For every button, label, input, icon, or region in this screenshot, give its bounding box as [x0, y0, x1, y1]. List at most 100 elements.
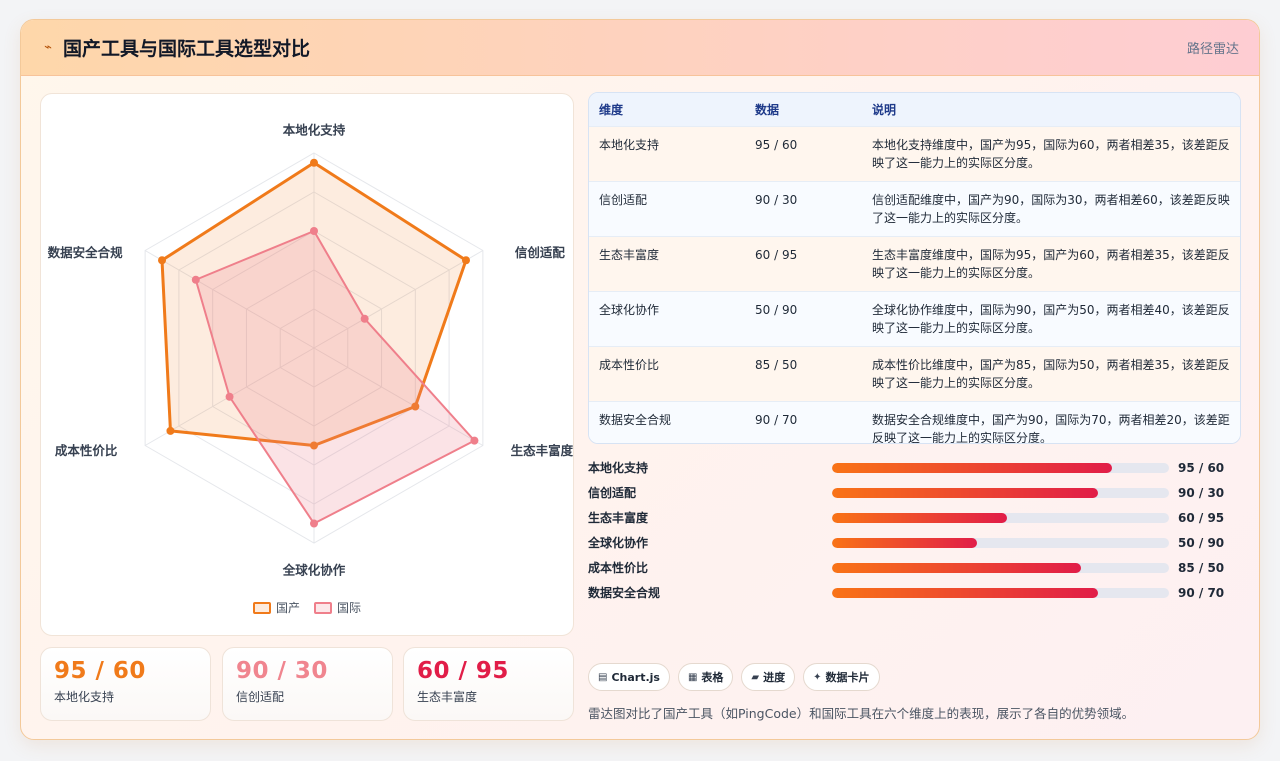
progress-label: 全球化协作 — [588, 536, 649, 550]
progress-track — [832, 512, 1169, 523]
stat-card: 95 / 60 本地化支持 — [40, 647, 211, 721]
radar-axis-label: 数据安全合规 — [47, 245, 124, 260]
cell-description: 信创适配维度中，国产为90，国际为30，两者相差60，该差距反映了这一能力上的实… — [862, 180, 1240, 236]
cell-dimension: 全球化协作 — [589, 290, 745, 346]
comparison-card: ⌁ 国产工具与国际工具选型对比 路径雷达 本地化支持 信创适配 生态丰富度 全球化协作… — [20, 19, 1260, 740]
column-header-data: 数据 — [755, 102, 780, 117]
progress-row: 数据安全合规 90 / 70 — [588, 580, 1241, 605]
progress-fill — [832, 512, 1008, 523]
radar-chart: 本地化支持信创适配生态丰富度全球化协作 成本性价比 数据安全合规 — [47, 123, 574, 578]
radar-axis-label: 成本性价比 — [55, 443, 118, 458]
tag-progress[interactable]: ▰ 进度 — [741, 663, 796, 691]
progress-bars: 本地化支持 95 / 60 信创适配 90 / 30 生态丰富度 60 / 95… — [588, 455, 1241, 605]
progress-track — [832, 537, 1169, 548]
radar-axis-label: 信创适配 — [515, 245, 566, 260]
radar-point — [225, 392, 234, 401]
cell-description: 本地化支持维度中，国产为95，国际为60，两者相差35，该差距反映了这一能力上的… — [862, 125, 1240, 181]
stat-card: 60 / 95 生态丰富度 — [403, 647, 574, 721]
progress-row: 成本性价比 85 / 50 — [588, 555, 1241, 580]
legend-item-international[interactable]: 国际 — [314, 599, 361, 616]
radar-point — [166, 426, 175, 435]
table-header-row: 维度 数据 说明 — [589, 93, 1240, 126]
progress-row: 全球化协作 50 / 90 — [588, 530, 1241, 555]
cell-dimension: 生态丰富度 — [589, 235, 745, 291]
stat-label: 生态丰富度 — [417, 690, 478, 704]
radar-point — [360, 314, 369, 323]
table-row: 本地化支持 95 / 60 本地化支持维度中，国产为95，国际为60，两者相差3… — [589, 125, 1240, 181]
cell-dimension: 成本性价比 — [589, 345, 745, 401]
radar-chart-panel: 本地化支持信创适配生态丰富度全球化协作 成本性价比 数据安全合规 国产 国际 — [40, 93, 574, 636]
cell-data: 85 / 50 — [745, 345, 862, 401]
page-title: 国产工具与国际工具选型对比 — [63, 38, 311, 60]
stat-card: 90 / 30 信创适配 — [222, 647, 393, 721]
progress-label: 本地化支持 — [588, 461, 649, 475]
stat-value: 90 / 30 — [236, 658, 328, 684]
radar-point — [191, 275, 200, 284]
progress-value: 85 / 50 — [1178, 560, 1225, 575]
column-header-dimension: 维度 — [599, 102, 624, 117]
progress-fill — [832, 487, 1099, 498]
radar-point — [158, 256, 167, 265]
table-row: 生态丰富度 60 / 95 生态丰富度维度中，国际为95，国产为60，两者相差3… — [589, 235, 1240, 291]
progress-value: 50 / 90 — [1178, 535, 1225, 550]
cell-data: 90 / 30 — [745, 180, 862, 236]
progress-value: 90 / 70 — [1178, 585, 1225, 600]
cell-description: 成本性价比维度中，国产为85，国际为50，两者相差35，该差距反映了这一能力上的… — [862, 345, 1240, 401]
progress-track — [832, 587, 1169, 598]
card-header: ⌁ 国产工具与国际工具选型对比 路径雷达 — [21, 20, 1259, 76]
cell-data: 90 / 70 — [745, 400, 862, 443]
header-subtitle: 路径雷达 — [1186, 42, 1239, 57]
radar-axis-label: 全球化协作 — [282, 563, 346, 578]
progress-label: 成本性价比 — [588, 561, 649, 575]
table-row: 信创适配 90 / 30 信创适配维度中，国产为90，国际为30，两者相差60，… — [589, 180, 1240, 236]
cell-dimension: 信创适配 — [589, 180, 745, 236]
cell-description: 数据安全合规维度中，国产为90，国际为70，两者相差20，该差距反映了这一能力上… — [862, 400, 1240, 443]
progress-track — [832, 462, 1169, 473]
radar-point — [470, 436, 479, 445]
stat-value: 95 / 60 — [54, 658, 146, 684]
legend-swatch-domestic — [252, 601, 271, 614]
chart-legend: 国产 国际 — [41, 599, 573, 616]
tag-label: 进度 — [763, 671, 786, 684]
progress-row: 生态丰富度 60 / 95 — [588, 505, 1241, 530]
progress-fill — [832, 537, 977, 548]
progress-label: 信创适配 — [588, 486, 637, 500]
cell-description: 生态丰富度维度中，国际为95，国产为60，两者相差35，该差距反映了这一能力上的… — [862, 235, 1240, 291]
chart-icon: ▤ — [598, 671, 608, 683]
table-icon: ▦ — [687, 671, 698, 683]
legend-label-domestic: 国产 — [275, 601, 300, 615]
radar-point — [310, 158, 318, 167]
progress-fill — [832, 562, 1082, 573]
tag-list: ▤ Chart.js ▦ 表格 ▰ 进度 ✦ 数据卡片 — [588, 663, 880, 691]
cell-dimension: 本地化支持 — [589, 125, 745, 181]
progress-row: 本地化支持 95 / 60 — [588, 455, 1241, 480]
progress-value: 60 / 95 — [1178, 510, 1225, 525]
table-row: 数据安全合规 90 / 70 数据安全合规维度中，国产为90，国际为70，两者相… — [589, 400, 1240, 443]
tag-label: Chart.js — [611, 670, 660, 684]
stat-label: 信创适配 — [236, 690, 285, 704]
table-row: 成本性价比 85 / 50 成本性价比维度中，国产为85，国际为50，两者相差3… — [589, 345, 1240, 401]
legend-label-international: 国际 — [337, 601, 362, 615]
cell-dimension: 数据安全合规 — [589, 400, 745, 443]
tag-data-cards[interactable]: ✦ 数据卡片 — [803, 663, 880, 691]
progress-value: 95 / 60 — [1178, 460, 1225, 475]
radar-axis-label: 本地化支持 — [283, 123, 346, 138]
progress-icon: ▰ — [751, 671, 760, 683]
progress-label: 数据安全合规 — [588, 586, 661, 600]
legend-swatch-international — [314, 601, 332, 614]
progress-row: 信创适配 90 / 30 — [588, 480, 1241, 505]
radar-point — [310, 519, 318, 528]
legend-item-domestic[interactable]: 国产 — [252, 599, 300, 616]
tag-chartjs[interactable]: ▤ Chart.js — [588, 663, 670, 691]
cell-data: 60 / 95 — [745, 235, 862, 291]
progress-fill — [832, 462, 1112, 473]
progress-track — [832, 487, 1169, 498]
tag-table[interactable]: ▦ 表格 — [677, 663, 734, 691]
radar-axis-label: 生态丰富度 — [511, 443, 574, 458]
radar-point — [461, 256, 470, 265]
table-row: 全球化协作 50 / 90 全球化协作维度中，国际为90，国产为50，两者相差4… — [589, 290, 1240, 346]
cell-data: 95 / 60 — [745, 125, 862, 181]
progress-track — [832, 562, 1169, 573]
progress-label: 生态丰富度 — [588, 511, 649, 525]
progress-fill — [832, 587, 1099, 598]
